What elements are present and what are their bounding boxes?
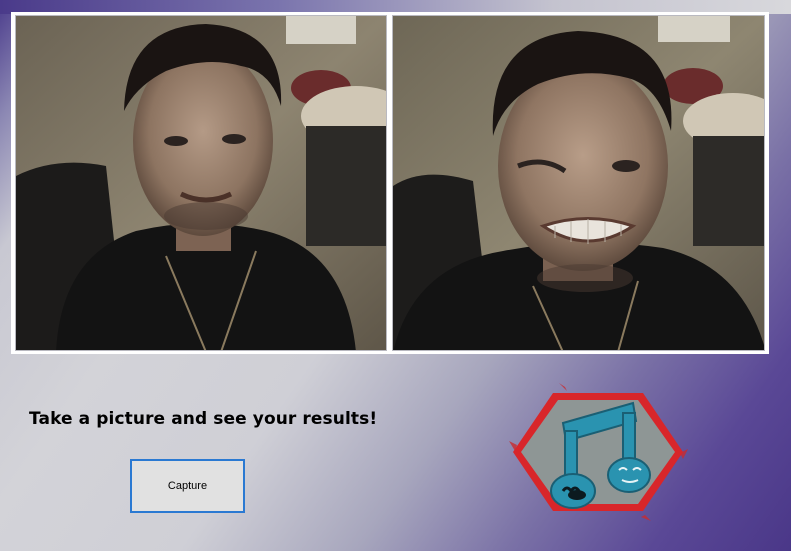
capture-button[interactable]: Capture: [130, 459, 245, 513]
webcam-frame-right: [392, 15, 765, 351]
webcam-panel: [11, 12, 769, 354]
webcam-image-left: [16, 16, 386, 350]
webcam-image-right: [393, 16, 764, 350]
music-note-face-icon: [505, 383, 690, 521]
instruction-text: Take a picture and see your results!: [29, 409, 378, 429]
webcam-frame-left: [15, 15, 387, 351]
